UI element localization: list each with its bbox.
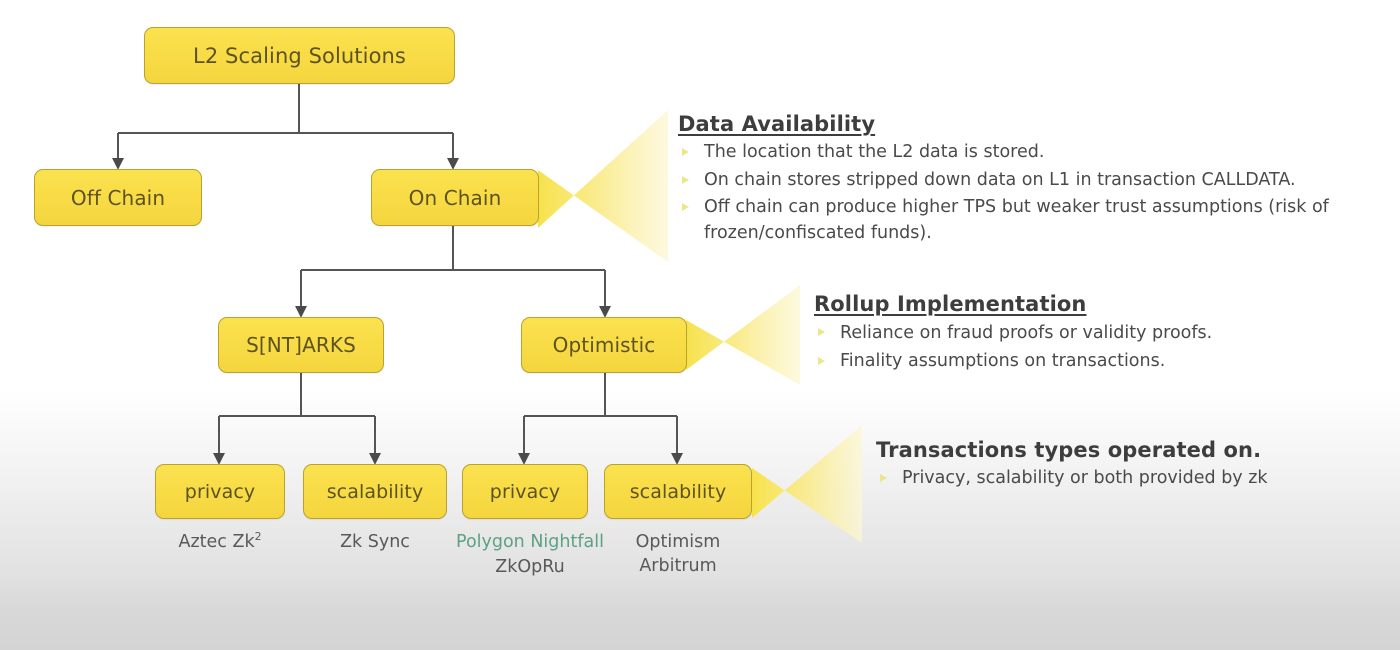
triangle-bullet-icon	[880, 474, 887, 483]
bullet-text: On chain stores stripped down data on L1…	[704, 169, 1296, 190]
leaf-caption-zkopru: ZkOpRu	[495, 557, 565, 577]
bullet-text: Privacy, scalability or both provided by…	[902, 468, 1268, 488]
bullet-text: Off chain can produce higher TPS but wea…	[704, 197, 1329, 243]
leaf-caption-aztec: Aztec Zk2	[178, 530, 262, 552]
callout-funnel-transaction-types	[752, 425, 862, 543]
leaf-caption-zksync: Zk Sync	[340, 532, 410, 552]
triangle-bullet-icon	[682, 203, 689, 212]
node-starks-privacy[interactable]: privacy	[155, 464, 285, 519]
leaf-caption-polygon-nightfall: Polygon Nightfall	[456, 532, 604, 552]
diagram-canvas: L2 Scaling Solutions Off Chain On Chain …	[0, 0, 1400, 650]
node-optimistic[interactable]: Optimistic	[521, 317, 687, 373]
callout-rollup-implementation: Rollup Implementation Reliance on fraud …	[814, 292, 1334, 377]
list-item: Off chain can produce higher TPS but wea…	[678, 195, 1338, 246]
callout-title-rollup-implementation: Rollup Implementation	[814, 292, 1087, 316]
node-starks[interactable]: S[NT]ARKS	[218, 317, 384, 373]
callout-title-data-availability: Data Availability	[678, 112, 876, 136]
callout-title-transaction-types: Transactions types operated on.	[876, 438, 1262, 462]
callout-funnel-rollup-implementation	[686, 285, 800, 385]
node-l2-scaling-solutions[interactable]: L2 Scaling Solutions	[144, 27, 455, 84]
bullet-text: Reliance on fraud proofs or validity pro…	[840, 323, 1213, 343]
node-starks-scalability[interactable]: scalability	[303, 464, 447, 519]
list-item: Privacy, scalability or both provided by…	[876, 466, 1276, 491]
leaf-caption-optimism-arbitrum: Optimism Arbitrum	[635, 532, 721, 576]
list-item: Finality assumptions on transactions.	[814, 348, 1334, 374]
callout-data-availability: Data Availability The location that the …	[678, 112, 1338, 248]
triangle-bullet-icon	[818, 356, 825, 365]
list-item: On chain stores stripped down data on L1…	[678, 168, 1338, 194]
callout-transaction-types: Transactions types operated on. Privacy,…	[876, 438, 1276, 493]
node-optimistic-scalability[interactable]: scalability	[604, 464, 752, 519]
node-optimistic-privacy[interactable]: privacy	[462, 464, 588, 519]
bullet-text: Finality assumptions on transactions.	[840, 351, 1166, 372]
list-item: The location that the L2 data is stored.	[678, 140, 1338, 166]
callout-bullets-rollup-implementation: Reliance on fraud proofs or validity pro…	[814, 320, 1334, 375]
triangle-bullet-icon	[682, 175, 689, 184]
node-off-chain[interactable]: Off Chain	[34, 169, 202, 226]
node-on-chain[interactable]: On Chain	[371, 169, 539, 226]
bullet-text: The location that the L2 data is stored.	[704, 142, 1045, 162]
triangle-bullet-icon	[818, 328, 825, 337]
triangle-bullet-icon	[682, 148, 689, 157]
callout-bullets-transaction-types: Privacy, scalability or both provided by…	[876, 466, 1276, 491]
list-item: Reliance on fraud proofs or validity pro…	[814, 320, 1334, 346]
callout-bullets-data-availability: The location that the L2 data is stored.…	[678, 140, 1338, 246]
callout-funnel-data-availability	[538, 110, 668, 262]
